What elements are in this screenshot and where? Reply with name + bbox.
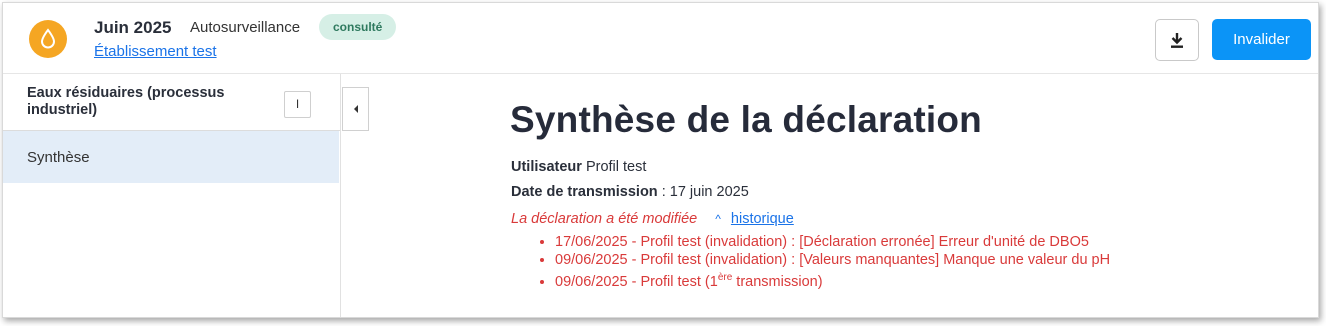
history-first-prefix: 09/06/2025 - Profil test (1 bbox=[555, 273, 718, 290]
sidebar-section-title: Eaux résiduaires (processus industriel) bbox=[27, 85, 225, 118]
declaration-type: Autosurveillance bbox=[190, 19, 301, 36]
sidebar-section[interactable]: Eaux résiduaires (processus industriel) … bbox=[3, 74, 340, 131]
download-button[interactable] bbox=[1155, 19, 1199, 61]
history-first-sup: ère bbox=[717, 272, 733, 283]
declaration-period: Juin 2025 bbox=[94, 18, 172, 37]
history-link[interactable]: historique bbox=[731, 211, 794, 227]
page-title: Synthèse de la déclaration bbox=[510, 99, 982, 140]
status-badge: consulté bbox=[319, 14, 397, 40]
invalidate-button[interactable]: Invalider bbox=[1212, 19, 1311, 60]
history-first-suffix: transmission) bbox=[732, 273, 823, 290]
history-list: 17/06/2025 - Profil test (invalidation) … bbox=[539, 233, 1110, 291]
sidebar: Eaux résiduaires (processus industriel) … bbox=[3, 74, 341, 317]
establishment-link[interactable]: Établissement test bbox=[94, 43, 217, 60]
app-window: Juin 2025 Autosurveillance consulté Étab… bbox=[2, 2, 1319, 318]
sidebar-item-synthese[interactable]: Synthèse bbox=[3, 131, 339, 183]
user-line: Utilisateur Profil test bbox=[511, 159, 646, 175]
user-value: Profil test bbox=[585, 159, 647, 175]
chevron-up-icon[interactable]: ^ bbox=[715, 212, 721, 226]
page-header: Juin 2025 Autosurveillance consulté Étab… bbox=[3, 3, 1318, 74]
date-value: 17 juin 2025 bbox=[669, 184, 749, 200]
modification-notice: La déclaration a été modifiée ^ historiq… bbox=[511, 211, 794, 227]
download-icon bbox=[1171, 33, 1183, 48]
date-separator: : bbox=[657, 184, 670, 200]
modified-text: La déclaration a été modifiée bbox=[511, 211, 698, 227]
date-label: Date de transmission bbox=[511, 184, 658, 200]
history-item: 09/06/2025 - Profil test (1ère transmiss… bbox=[555, 269, 1110, 291]
chevron-left-icon bbox=[353, 105, 358, 113]
collapse-sidebar-button[interactable] bbox=[342, 87, 369, 131]
user-label: Utilisateur bbox=[511, 159, 582, 175]
sidebar-item-label: Synthèse bbox=[27, 149, 90, 166]
history-item: 09/06/2025 - Profil test (invalidation) … bbox=[555, 251, 1110, 269]
history-item: 17/06/2025 - Profil test (invalidation) … bbox=[555, 233, 1110, 251]
section-toggle-button[interactable]: I bbox=[284, 91, 311, 118]
water-drop-icon bbox=[29, 20, 67, 58]
transmission-date-line: Date de transmission : 17 juin 2025 bbox=[511, 184, 749, 200]
